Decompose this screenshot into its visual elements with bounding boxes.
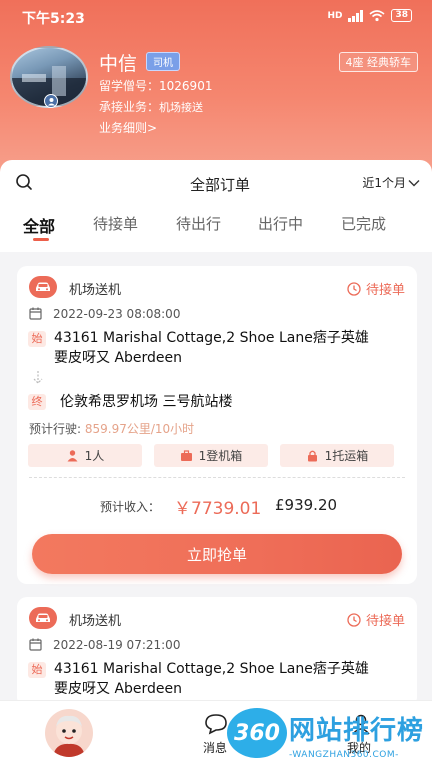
- income-label: 预计收入：: [100, 500, 161, 514]
- order-card[interactable]: 机场送机 待接单 2022-08-19 07:21:00 始 43161 Mar…: [17, 597, 417, 707]
- order-status-label: 待接单: [365, 614, 405, 629]
- order-service-type: 机场送机: [69, 614, 122, 629]
- business-rules-link[interactable]: 业务细则>: [99, 119, 157, 136]
- passenger-count-chip: 1人: [28, 444, 142, 467]
- grab-order-button[interactable]: 立即抢单: [32, 534, 402, 574]
- clock-icon: [347, 612, 361, 627]
- briefcase-icon: [180, 450, 192, 461]
- network-type-label: HD: [327, 10, 343, 21]
- person-icon: [67, 450, 78, 462]
- profile-icon[interactable]: [350, 713, 372, 735]
- income-gbp: £939.20: [275, 496, 338, 514]
- message-icon[interactable]: [204, 713, 228, 735]
- estimate-row: 预计行驶: 859.97公里/10小时: [29, 420, 194, 437]
- tab-in-trip[interactable]: 出行中: [258, 213, 303, 234]
- tab-pending-accept[interactable]: 待接单: [93, 213, 138, 234]
- driver-name: 中信: [99, 53, 138, 75]
- battery-icon: 38: [391, 9, 412, 22]
- start-address: 43161 Marishal Cottage,2 Shoe Lane痞子英雄 要…: [54, 328, 404, 368]
- service-row: 承接业务：机场接送: [99, 98, 203, 115]
- start-badge: 始: [28, 331, 46, 347]
- start-address-line1: 43161 Marishal Cottage,2 Shoe Lane痞子英雄: [54, 661, 369, 677]
- home-mascot-avatar[interactable]: [45, 709, 93, 757]
- start-address-line2: 要皮呀又 Aberdeen: [54, 350, 183, 366]
- status-icons: HD 38: [327, 9, 412, 22]
- income-cny: ￥7739.01: [174, 499, 262, 519]
- time-range-value: 近1个月: [362, 176, 406, 190]
- estimate-value: 859.97公里/10小时: [84, 422, 195, 436]
- car-icon: [29, 276, 57, 298]
- order-datetime: 2022-09-23 08:08:00: [53, 307, 181, 321]
- end-address: 伦敦希思罗机场 三号航站楼: [60, 394, 233, 410]
- order-datetime: 2022-08-19 07:21:00: [53, 638, 181, 652]
- card-divider: [29, 477, 405, 478]
- checked-bag-chip: 1托运箱: [280, 444, 394, 467]
- boarding-bag-chip: 1登机箱: [154, 444, 268, 467]
- student-number: 1026901: [159, 79, 213, 93]
- avatar-person-icon: [44, 94, 58, 108]
- driver-role-badge: 司机: [146, 52, 180, 71]
- order-service-type: 机场送机: [69, 283, 122, 298]
- order-status-label: 待接单: [365, 283, 405, 298]
- car-icon: [29, 607, 57, 629]
- student-number-row: 留学僧号：1026901: [99, 77, 212, 94]
- chevron-down-icon: [408, 179, 420, 186]
- start-address-line2: 要皮呀又 Aberdeen: [54, 681, 183, 697]
- boarding-bag-count: 1登机箱: [198, 449, 243, 463]
- tab-pending-trip[interactable]: 待出行: [176, 213, 221, 234]
- end-badge: 终: [28, 394, 46, 410]
- clock-icon: [347, 281, 361, 296]
- time-range-select[interactable]: 近1个月: [362, 174, 420, 191]
- order-status: 待接单: [347, 279, 405, 298]
- car-type-badge: 4座 经典轿车: [338, 52, 418, 72]
- order-card[interactable]: 机场送机 待接单 2022-09-23 08:08:00 始 43161 Mar…: [17, 266, 417, 584]
- start-address: 43161 Marishal Cottage,2 Shoe Lane痞子英雄 要…: [54, 659, 404, 699]
- student-number-label: 留学僧号：: [99, 79, 160, 93]
- service-label: 承接业务：: [99, 100, 160, 114]
- orders-panel: 全部订单 近1个月 全部 待接单 待出行 出行中 已完成: [0, 160, 432, 252]
- signal-icon: [348, 9, 364, 22]
- active-tab-indicator: [33, 238, 49, 241]
- checked-bag-count: 1托运箱: [324, 449, 369, 463]
- status-bar: 下午5:23 HD 38: [0, 0, 432, 32]
- calendar-icon: [29, 307, 42, 320]
- estimate-label: 预计行驶:: [29, 422, 82, 436]
- tab-all[interactable]: 全部: [23, 213, 55, 237]
- status-time: 下午5:23: [22, 11, 85, 27]
- wifi-icon: [369, 9, 385, 21]
- tab-completed[interactable]: 已完成: [341, 213, 386, 234]
- nav-me-label[interactable]: 我的: [347, 739, 371, 756]
- start-badge: 始: [28, 662, 46, 678]
- bottom-nav: 消息 我的: [0, 700, 432, 768]
- nav-messages-label[interactable]: 消息: [203, 739, 227, 756]
- route-arrow-icon: [33, 371, 43, 384]
- lock-icon: [307, 450, 317, 462]
- start-address-line1: 43161 Marishal Cottage,2 Shoe Lane痞子英雄: [54, 330, 369, 346]
- calendar-icon: [29, 638, 42, 651]
- passenger-count: 1人: [84, 449, 105, 463]
- service-value: 机场接送: [159, 101, 204, 114]
- order-status: 待接单: [347, 610, 405, 629]
